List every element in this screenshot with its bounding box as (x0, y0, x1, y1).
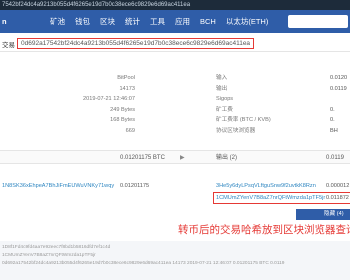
info-right-label: 矿工费率 (BTC / KVB) (216, 117, 271, 123)
info-right-value: 0. (330, 106, 335, 113)
info-left-value: 14173 (119, 85, 135, 92)
output-row: 3He5y6dyLPsqVLftguSnw9f2uvtkK8Rzn 0.0000… (0, 181, 350, 191)
info-left-value: 669 (125, 127, 135, 134)
output-count-label: 输出 (2) (216, 155, 238, 161)
tx-label: 交易 (2, 41, 15, 49)
info-right-value: BH (330, 127, 338, 134)
footer: 1D8f1Fd4c9fd4aa7e92eec7f8bd1b5816dfd7ef1… (0, 241, 350, 280)
footer-line: 0d692a17542bf24dc4a9213b055d4f6265e19d7b… (2, 261, 285, 266)
info-right-label[interactable]: 协议区块浏览器 (216, 126, 255, 137)
info-right-label: 输入 (216, 75, 228, 81)
footer-line: 1D8f1Fd4c9fd4aa7e92eec7f8bd1b5816dfd7ef1… (2, 245, 111, 250)
search-input[interactable] (288, 15, 348, 28)
info-row: BitPool 输入 0.0120 (0, 73, 350, 84)
info-left-value: 168 Bytes (110, 117, 135, 123)
nav-item-stats[interactable]: 统计 (125, 16, 140, 27)
nav-item-wallet[interactable]: 钱包 (75, 16, 90, 27)
info-right-label: 输出 (216, 85, 228, 92)
output-address[interactable]: 3He5y6dyLPsqVLftguSnw9f2uvtkK8Rzn (216, 181, 316, 191)
info-row: 249 Bytes 矿工费 0. (0, 105, 350, 116)
main-navbar: n 矿池 钱包 区块 统计 工具 应用 BCH 以太坊(ETH) (0, 10, 350, 33)
info-right-label: Sigops (216, 96, 234, 102)
info-row: 2019-07-21 12:46:07 Sigops (0, 94, 350, 105)
input-total: 0.01201175 BTC (120, 155, 165, 161)
info-left-value[interactable]: BitPool (117, 73, 135, 84)
highlight-box (213, 192, 350, 204)
nav-item-pool[interactable]: 矿池 (50, 16, 65, 27)
io-summary-row: 0.01201175 BTC ▶ 输出 (2) 0.0119 (0, 150, 350, 164)
footer-line: 1CMUmZYenV7B8aZ7nrQFtWmzda1pTF5jr (2, 253, 96, 258)
arrow-right-icon: ▶ (180, 155, 185, 161)
topbar-tx-hash: 7542bf24dc4a9213b055d4f6265e19d7b0c38ece… (0, 0, 350, 10)
info-right-value: 0.0120 (330, 75, 348, 81)
nav-item-tools[interactable]: 工具 (150, 16, 165, 27)
output-total: 0.0119 (326, 155, 344, 161)
output-value: 0.000012 (326, 183, 350, 189)
info-row: 168 Bytes 矿工费率 (BTC / KVB) 0. (0, 115, 350, 126)
nav-item-blocks[interactable]: 区块 (100, 16, 115, 27)
info-left-value: 2019-07-21 12:46:07 (83, 96, 135, 102)
info-right-label: 矿工费 (216, 106, 233, 113)
nav-item-eth[interactable]: 以太坊(ETH) (226, 16, 269, 27)
info-left-value: 249 Bytes (110, 106, 135, 113)
tx-hash-row: 交易 0d692a17542bf24dc4a9213b055d4f6265e19… (0, 36, 350, 52)
info-row: 669 协议区块浏览器 BH (0, 126, 350, 137)
nav-item-apps[interactable]: 应用 (175, 16, 190, 27)
annotation-text: 转币后的交易哈希放到区块浏览器查询 (178, 224, 350, 236)
tx-hash-value[interactable]: 0d692a17542bf24dc4a9213b055d4f6265e19d7b… (17, 38, 255, 49)
site-logo[interactable]: n (0, 17, 50, 26)
info-right-value: 0. (330, 117, 335, 123)
nav-item-bch[interactable]: BCH (200, 17, 216, 26)
info-right-value: 0.0119 (330, 85, 347, 92)
info-row: 14173 输出 0.0119 (0, 84, 350, 95)
tx-info-table: BitPool 输入 0.0120 14173 输出 0.0119 2019-0… (0, 73, 350, 136)
toggle-outputs-button[interactable]: 隐藏 (4) (296, 209, 350, 220)
